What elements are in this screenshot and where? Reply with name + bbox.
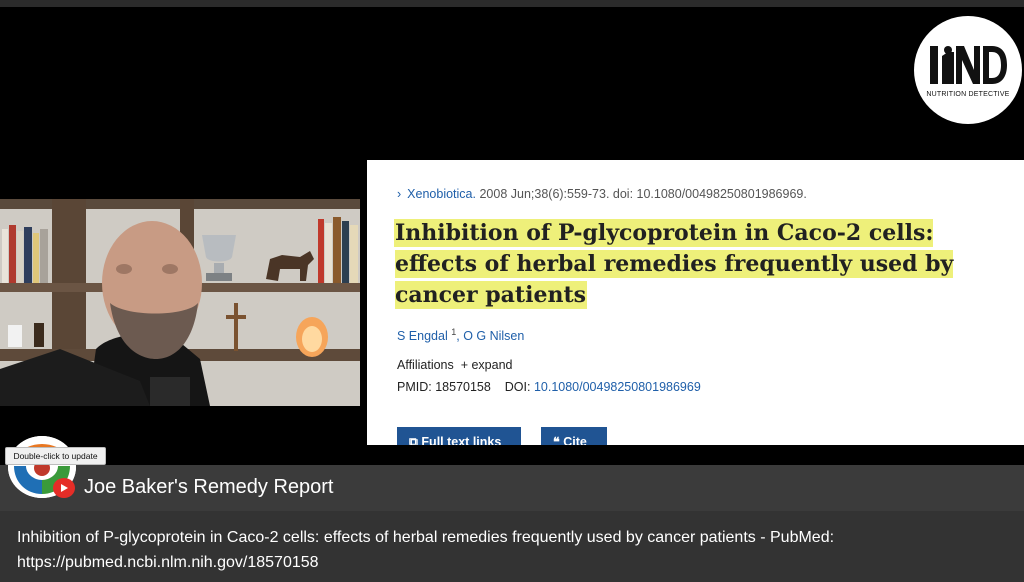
doi-label: DOI: bbox=[504, 380, 531, 394]
doi-link[interactable]: 10.1080/00498250801986969 bbox=[534, 380, 701, 394]
logo-subtitle: NUTRITION DETECTIVE bbox=[926, 91, 1010, 98]
caption-text: Inhibition of P-glycoprotein in Caco-2 c… bbox=[17, 525, 1007, 575]
update-tooltip: Double-click to update bbox=[5, 447, 106, 465]
pubmed-article-panel: › Xenobiotica. 2008 Jun;38(6):559-73. doi… bbox=[367, 160, 1024, 445]
webcam-scene-image bbox=[0, 199, 360, 406]
affiliations-row: Affiliations + expand bbox=[397, 358, 513, 372]
journal-citation: › Xenobiotica. 2008 Jun;38(6):559-73. doi… bbox=[397, 187, 807, 201]
detective-logo-icon bbox=[930, 46, 1007, 84]
article-title-text: Inhibition of P-glycoprotein in Caco-2 c… bbox=[395, 220, 954, 308]
webcam-video bbox=[0, 199, 360, 406]
author-link[interactable]: S Engdal bbox=[397, 329, 448, 343]
top-border bbox=[0, 0, 1024, 7]
nutrition-detective-logo: NUTRITION DETECTIVE bbox=[914, 16, 1022, 124]
caption-line-1: Inhibition of P-glycoprotein in Caco-2 c… bbox=[17, 529, 835, 546]
youtube-icon bbox=[53, 478, 75, 498]
cite-label: Cite bbox=[563, 435, 587, 445]
full-text-links-button[interactable]: ⧉ Full text links bbox=[397, 427, 521, 445]
cite-button[interactable]: ❝ Cite bbox=[541, 427, 607, 445]
expand-affiliations-button[interactable]: + expand bbox=[461, 358, 513, 372]
citation-details: 2008 Jun;38(6):559-73. doi: 10.1080/0049… bbox=[479, 187, 807, 201]
author-link[interactable]: O G Nilsen bbox=[463, 329, 524, 343]
quote-icon: ❝ bbox=[553, 435, 560, 445]
chevron-right-icon[interactable]: › bbox=[397, 187, 401, 201]
caption-url[interactable]: https://pubmed.ncbi.nlm.nih.gov/18570158 bbox=[17, 550, 1007, 575]
author-list: S Engdal 1, O G Nilsen bbox=[397, 327, 524, 343]
pmid-label: PMID: bbox=[397, 380, 432, 394]
identifier-row: PMID: 18570158 DOI: 10.1080/004982508019… bbox=[397, 380, 701, 394]
external-link-icon: ⧉ bbox=[409, 435, 418, 445]
journal-link[interactable]: Xenobiotica. bbox=[407, 187, 476, 201]
pmid-value: 18570158 bbox=[435, 380, 491, 394]
channel-name: Joe Baker's Remedy Report bbox=[84, 476, 334, 498]
full-text-links-label: Full text links bbox=[421, 435, 502, 445]
affiliations-label: Affiliations bbox=[397, 358, 454, 372]
article-title: Inhibition of P-glycoprotein in Caco-2 c… bbox=[395, 218, 995, 311]
